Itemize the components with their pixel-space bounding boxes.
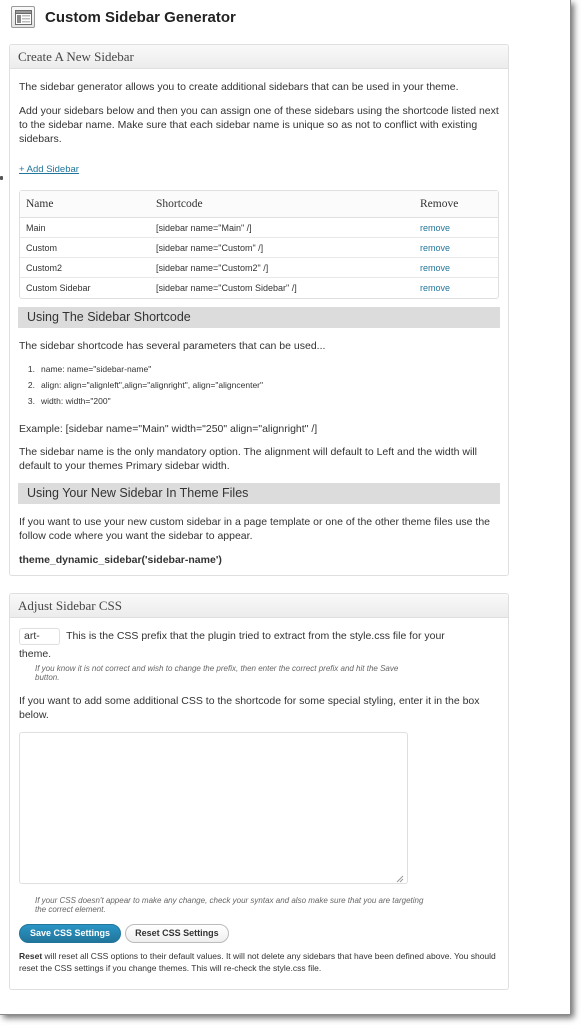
prefix-note-line-1: If you know it is not correct and wish t… [35, 664, 399, 673]
prefix-note: If you know it is not correct and wish t… [35, 664, 505, 682]
theme-files-text: If you want to use your new custom sideb… [19, 516, 491, 542]
remove-link[interactable]: remove [414, 218, 498, 238]
list-item-text: align: align="alignleft",align="alignrig… [41, 380, 264, 390]
reset-description: Reset will reset all CSS options to thei… [19, 950, 503, 974]
page-title: Custom Sidebar Generator [45, 8, 236, 26]
table-row: Main [sidebar name="Main" /] remove [20, 218, 498, 238]
list-item-number: 1. [27, 364, 35, 374]
list-item-text: name: name="sidebar-name" [41, 364, 152, 374]
shortcode-params-list: 1. name: name="sidebar-name" 2. align: ali… [19, 361, 263, 409]
reset-css-settings-button[interactable]: Reset CSS Settings [125, 924, 229, 943]
reset-description-text: will reset all CSS options to their defa… [19, 951, 496, 973]
column-header-remove: Remove [414, 191, 498, 218]
css-buttons-row: Save CSS Settings Reset CSS Settings [19, 924, 229, 943]
shortcode-cell: [sidebar name="Custom Sidebar" /] [156, 283, 297, 293]
resize-grip-icon[interactable] [396, 874, 404, 883]
adjust-css-box-title: Adjust Sidebar CSS [10, 594, 508, 618]
list-item-number: 3. [27, 396, 35, 406]
sidebar-layout-icon [11, 6, 35, 28]
prefix-description-continued: theme. [19, 648, 52, 660]
custom-css-textarea[interactable] [19, 732, 408, 884]
intro-text: The sidebar generator allows you to crea… [19, 81, 459, 93]
shortcode-cell: [sidebar name="Custom" /] [150, 238, 414, 258]
table-row: Custom2 [sidebar name="Custom2" /] remov… [20, 258, 498, 278]
table-header-row: Name Shortcode Remove [20, 191, 498, 218]
adjust-css-box: Adjust Sidebar CSS art- This is the CSS … [9, 593, 509, 990]
prefix-note-line-2: button. [35, 673, 60, 682]
css-note: If your CSS doesn't appear to make any c… [35, 896, 505, 914]
create-sidebar-box-title: Create A New Sidebar [10, 45, 508, 69]
sidebar-name-cell: Custom [20, 238, 150, 258]
remove-link[interactable]: remove [414, 258, 498, 278]
save-css-settings-button[interactable]: Save CSS Settings [19, 924, 122, 943]
create-sidebar-box: Create A New Sidebar The sidebar generat… [9, 44, 509, 576]
sidebar-name-cell: Custom Sidebar [26, 283, 91, 293]
table-row: Custom [sidebar name="Custom" /] remove [20, 238, 498, 258]
shortcode-cell: [sidebar name="Main" /] [150, 218, 414, 238]
column-header-shortcode: Shortcode [150, 191, 414, 218]
css-note-line-1: If your CSS doesn't appear to make any c… [35, 896, 424, 905]
list-item: 3. width: width="200" [19, 393, 263, 409]
column-header-name: Name [20, 191, 150, 218]
css-prefix-input[interactable]: art- [19, 628, 60, 645]
sidebars-table: Name Shortcode Remove Main [sidebar name… [19, 190, 499, 299]
css-intro-text: If you want to add some additional CSS t… [19, 695, 480, 721]
prefix-description: This is the CSS prefix that the plugin t… [66, 630, 445, 643]
list-item: 1. name: name="sidebar-name" [19, 361, 263, 377]
shortcode-section-heading: Using The Sidebar Shortcode [18, 307, 500, 328]
remove-link[interactable]: remove [414, 278, 498, 298]
sidebar-name-cell: Custom2 [20, 258, 150, 278]
list-item-number: 2. [27, 380, 35, 390]
sidebar-name-cell: Main [20, 218, 150, 238]
mandatory-note-text: The sidebar name is the only mandatory o… [19, 446, 477, 472]
table-row: Custom Sidebar [sidebar name="Custom Sid… [20, 278, 498, 298]
list-item-text: width: width="200" [41, 396, 111, 406]
remove-link[interactable]: remove [414, 238, 498, 258]
theme-code-snippet: theme_dynamic_sidebar('sidebar-name') [19, 554, 222, 566]
list-item: 2. align: align="alignleft",align="alignr… [19, 377, 263, 393]
reset-description-bold: Reset [19, 951, 43, 961]
add-sidebar-link[interactable]: + Add Sidebar [19, 164, 79, 175]
side-marker [0, 176, 3, 180]
page-header: Custom Sidebar Generator [11, 4, 236, 30]
instructions-text: Add your sidebars below and then you can… [19, 105, 499, 145]
css-note-line-2: the correct element. [35, 905, 106, 914]
example-text: Example: [sidebar name="Main" width="250… [19, 423, 318, 435]
theme-files-section-heading: Using Your New Sidebar In Theme Files [18, 483, 500, 504]
shortcode-cell: [sidebar name="Custom2" /] [150, 258, 414, 278]
prefix-row: art- This is the CSS prefix that the plu… [19, 628, 503, 645]
shortcode-intro-text: The sidebar shortcode has several parame… [19, 340, 326, 352]
